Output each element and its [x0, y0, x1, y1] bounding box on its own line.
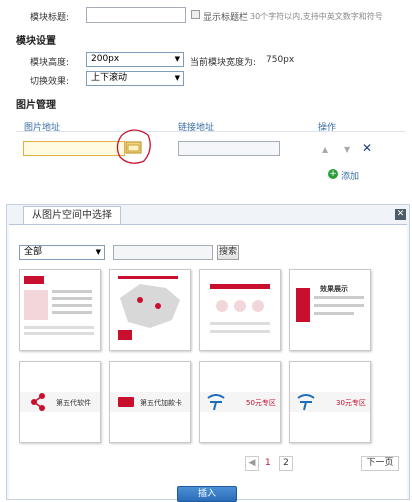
link-url-input[interactable]: [178, 141, 280, 156]
header-divider: [16, 131, 406, 132]
thumb-6-caption: 第五代加款卡: [140, 399, 182, 407]
page-2-button[interactable]: 2: [279, 456, 293, 471]
height-select-value: 200px: [91, 54, 120, 64]
image-url-input[interactable]: [23, 141, 125, 156]
thumb-5-caption: 第五代软件: [56, 399, 91, 407]
tab-image-space[interactable]: 从图片空间中选择: [23, 206, 121, 224]
effect-select[interactable]: 上下滚动 ▼: [86, 71, 184, 86]
add-icon[interactable]: +: [328, 169, 338, 179]
images-heading: 图片管理: [16, 100, 56, 111]
width-value: 750px: [266, 55, 295, 65]
settings-heading: 模块设置: [16, 36, 56, 47]
chevron-down-icon: ▼: [95, 248, 101, 256]
module-title-label: 模块标题:: [30, 13, 70, 23]
next-page-button[interactable]: 下一页: [361, 456, 399, 471]
thumb-4-caption: 效果展示: [320, 285, 348, 293]
search-input[interactable]: [113, 245, 213, 260]
thumb-6[interactable]: 第五代加款卡: [109, 361, 191, 443]
module-title-input[interactable]: [86, 7, 186, 23]
thumb-5[interactable]: 第五代软件: [19, 361, 101, 443]
move-down-icon[interactable]: ▼: [344, 145, 350, 154]
image-picker-panel: 从图片空间中选择 ✕ 全部 ▼ 搜索 效果展示 第五代软件 第五代加款卡 50元…: [6, 204, 410, 502]
thumb-8-caption: 30元专区: [336, 399, 366, 407]
height-select[interactable]: 200px ▼: [86, 52, 184, 67]
effect-select-value: 上下滚动: [91, 73, 128, 83]
highlight-circle: [116, 129, 151, 164]
category-select[interactable]: 全部 ▼: [19, 245, 105, 260]
prev-page-button[interactable]: ◀: [245, 456, 259, 471]
height-label: 模块高度:: [30, 58, 70, 68]
thumb-7[interactable]: 50元专区: [199, 361, 281, 443]
delete-icon[interactable]: ✕: [362, 141, 372, 155]
thumb-8[interactable]: 30元专区: [289, 361, 371, 443]
move-up-icon[interactable]: ▲: [322, 145, 328, 154]
show-title-checkbox[interactable]: [191, 10, 200, 19]
search-button[interactable]: 搜索: [217, 245, 239, 260]
page-current: 1: [265, 458, 271, 468]
thumb-7-caption: 50元专区: [246, 399, 276, 407]
thumb-2[interactable]: [109, 269, 191, 351]
thumb-3[interactable]: [199, 269, 281, 351]
width-label: 当前模块宽度为:: [190, 58, 257, 68]
chevron-down-icon: ▼: [174, 74, 180, 82]
thumb-4[interactable]: 效果展示: [289, 269, 371, 351]
picker-body: 全部 ▼ 搜索 效果展示 第五代软件 第五代加款卡 50元专区 30元专区 ◀ …: [9, 224, 407, 502]
effect-label: 切换效果:: [30, 77, 70, 87]
chevron-down-icon: ▼: [174, 55, 180, 63]
thumb-1[interactable]: [19, 269, 101, 351]
close-icon[interactable]: ✕: [395, 209, 406, 220]
category-select-value: 全部: [24, 247, 43, 257]
show-title-label: 显示标题栏: [203, 13, 249, 23]
add-link[interactable]: 添加: [341, 169, 359, 182]
title-hint: 30个字符以内,支持中英文数字和符号: [250, 12, 383, 21]
